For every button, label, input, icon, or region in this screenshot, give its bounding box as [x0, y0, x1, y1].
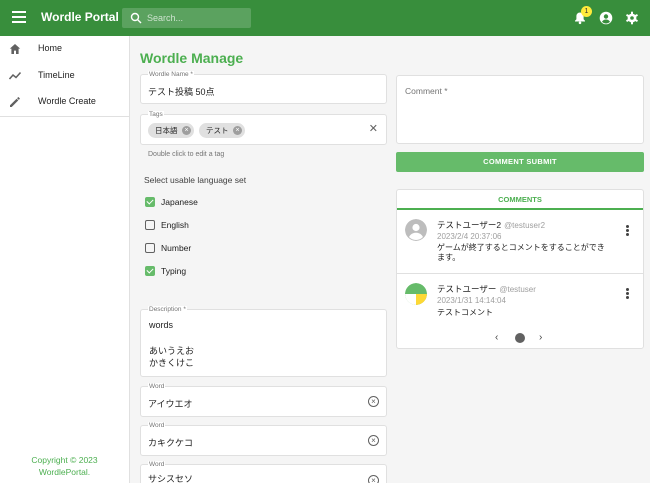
settings-icon[interactable]	[625, 11, 639, 25]
checkbox-checked-icon[interactable]	[145, 266, 155, 276]
pagination: ‹ ›	[397, 332, 643, 344]
clear-word-icon[interactable]: ×	[368, 396, 379, 407]
tag-chip[interactable]: 日本語 ×	[148, 123, 194, 138]
word-value[interactable]: アイウエオ	[148, 397, 193, 410]
description-field[interactable]: Description * words あいうえお かきくけこ	[140, 306, 387, 377]
copyright-line: Copyright © 2023	[31, 455, 98, 465]
description-line: words	[149, 320, 174, 330]
menu-icon[interactable]	[12, 11, 26, 25]
tags-hint: Double click to edit a tag	[148, 151, 225, 158]
chevron-left-icon[interactable]: ‹	[495, 332, 498, 344]
comment-item: テストユーザー2 @testuser2 2023/2/4 20:37:06 ゲーム…	[397, 216, 643, 272]
sidebar-item-home[interactable]: Home	[0, 36, 129, 63]
sidebar-item-label: Wordle Create	[38, 96, 96, 106]
copyright: Copyright © 2023 WordlePortal.	[0, 454, 129, 478]
app-bar: Wordle Portal 1	[0, 0, 650, 36]
checkbox-label: Number	[161, 243, 192, 253]
sidebar-divider	[0, 116, 129, 117]
search-input[interactable]	[147, 10, 247, 26]
comment-author-handle: @testuser	[499, 285, 536, 294]
clear-word-icon[interactable]: ×	[368, 435, 379, 446]
timeline-icon	[9, 71, 21, 80]
comment-date: 2023/1/31 14:14:04	[437, 296, 506, 305]
wordle-name-value[interactable]: テスト投稿 50点	[148, 85, 215, 98]
comment-text: ゲームが終了するとコメントをすることができます。	[437, 243, 605, 262]
app-title[interactable]: Wordle Portal	[41, 10, 119, 24]
comment-author-handle: @testuser2	[504, 221, 546, 230]
comments-tab[interactable]: COMMENTS	[397, 190, 643, 210]
checkbox-label: English	[161, 220, 189, 230]
sidebar-item-label: Home	[38, 43, 63, 53]
description-line: かきくけこ	[149, 358, 195, 368]
field-label: Word	[148, 461, 166, 469]
pencil-icon	[10, 97, 20, 107]
clear-word-icon[interactable]: ×	[368, 475, 379, 483]
field-label: Wordle Name *	[148, 71, 194, 79]
field-label: Word	[148, 422, 166, 430]
page-indicator[interactable]	[515, 333, 525, 343]
field-label: Word	[148, 383, 166, 391]
more-vert-icon[interactable]	[626, 225, 629, 236]
avatar[interactable]	[405, 219, 427, 241]
comment-text: テストコメント	[437, 308, 493, 317]
field-label: Description *	[148, 306, 187, 314]
sidebar-item-label: TimeLine	[38, 70, 75, 80]
chip-remove-icon[interactable]: ×	[233, 126, 242, 135]
clear-tags-icon[interactable]: ✕	[369, 123, 378, 135]
home-icon	[9, 44, 21, 54]
more-vert-icon[interactable]	[626, 288, 629, 299]
comment-item: テストユーザー @testuser 2023/1/31 14:14:04 テストコ…	[397, 280, 643, 320]
comment-author-name: テストユーザー2	[437, 220, 502, 230]
checkbox-unchecked-icon[interactable]	[145, 220, 155, 230]
search-box[interactable]	[122, 8, 251, 28]
sidebar-item-wordle-create[interactable]: Wordle Create	[0, 89, 129, 116]
comment-author[interactable]: テストユーザー2 @testuser2	[437, 219, 545, 231]
checkbox-checked-icon[interactable]	[145, 197, 155, 207]
language-section-label: Select usable language set	[144, 175, 247, 185]
checkbox-label: Typing	[161, 266, 187, 276]
notification-badge: 1	[581, 6, 592, 17]
comment-placeholder: Comment *	[405, 86, 448, 96]
comments-card: COMMENTS テストユーザー2 @testuser2 2023/2/4 20:…	[396, 189, 644, 349]
field-label: Tags	[148, 111, 164, 119]
checkbox-label: Japanese	[161, 197, 198, 207]
word-field[interactable]: Word アイウエオ ×	[140, 383, 387, 417]
checkbox-unchecked-icon[interactable]	[145, 243, 155, 253]
chevron-right-icon[interactable]: ›	[539, 332, 542, 344]
copyright-line: WordlePortal.	[38, 467, 91, 477]
comment-submit-button[interactable]: COMMENT SUBMIT	[396, 152, 644, 172]
comment-author[interactable]: テストユーザー @testuser	[437, 283, 536, 295]
comment-author-name: テストユーザー	[437, 284, 497, 294]
word-value[interactable]: サシスセソ	[148, 472, 193, 483]
word-field[interactable]: Word カキクケコ ×	[140, 422, 387, 456]
sidebar-item-timeline[interactable]: TimeLine	[0, 63, 129, 90]
tag-chip-label: テスト	[206, 126, 229, 135]
sidebar: Home TimeLine Wordle Create Copyright © …	[0, 36, 130, 483]
word-value[interactable]: カキクケコ	[148, 436, 193, 449]
comment-date: 2023/2/4 20:37:06	[437, 232, 502, 241]
tags-field[interactable]: Tags 日本語 × テスト × ✕	[140, 111, 387, 145]
wordle-name-field[interactable]: Wordle Name * テスト投稿 50点	[140, 71, 387, 104]
chip-remove-icon[interactable]: ×	[182, 126, 191, 135]
comment-input[interactable]: Comment *	[396, 75, 644, 144]
comment-divider	[397, 273, 643, 274]
tag-chip[interactable]: テスト ×	[199, 123, 245, 138]
word-field[interactable]: Word サシスセソ ×	[140, 461, 387, 483]
search-icon	[130, 12, 142, 24]
tag-chip-label: 日本語	[155, 126, 178, 135]
avatar[interactable]	[405, 283, 427, 305]
account-icon[interactable]	[599, 11, 613, 25]
page-title: Wordle Manage	[140, 50, 244, 66]
